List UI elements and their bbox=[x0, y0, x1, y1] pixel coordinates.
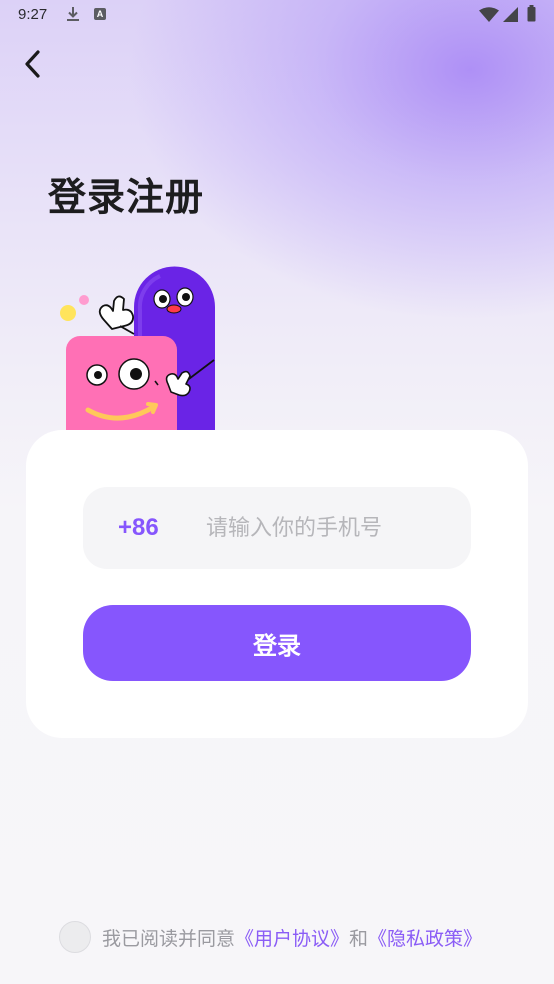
yellow-dot bbox=[60, 305, 76, 321]
agreement-row: 我已阅读并同意《用户协议》和《隐私政策》 bbox=[59, 921, 482, 953]
user-agreement-link[interactable]: 《用户协议》 bbox=[235, 929, 349, 950]
agreement-prefix: 我已阅读并同意 bbox=[102, 928, 236, 950]
agreement-text: 我已阅读并同意《用户协议》和《隐私政策》 bbox=[102, 924, 482, 951]
login-card: +86 登录 bbox=[26, 430, 528, 738]
login-button[interactable]: 登录 bbox=[83, 605, 471, 681]
agreement-checkbox[interactable] bbox=[59, 921, 91, 953]
phone-input[interactable] bbox=[206, 515, 471, 541]
login-illustration bbox=[60, 266, 215, 440]
agreement-conjunction: 和 bbox=[349, 928, 369, 950]
country-code-selector[interactable]: +86 bbox=[118, 514, 206, 542]
pink-dot bbox=[79, 295, 89, 305]
privacy-policy-link[interactable]: 《隐私政策》 bbox=[368, 929, 482, 950]
phone-field: +86 bbox=[83, 487, 471, 569]
pink-character-body bbox=[66, 336, 177, 440]
